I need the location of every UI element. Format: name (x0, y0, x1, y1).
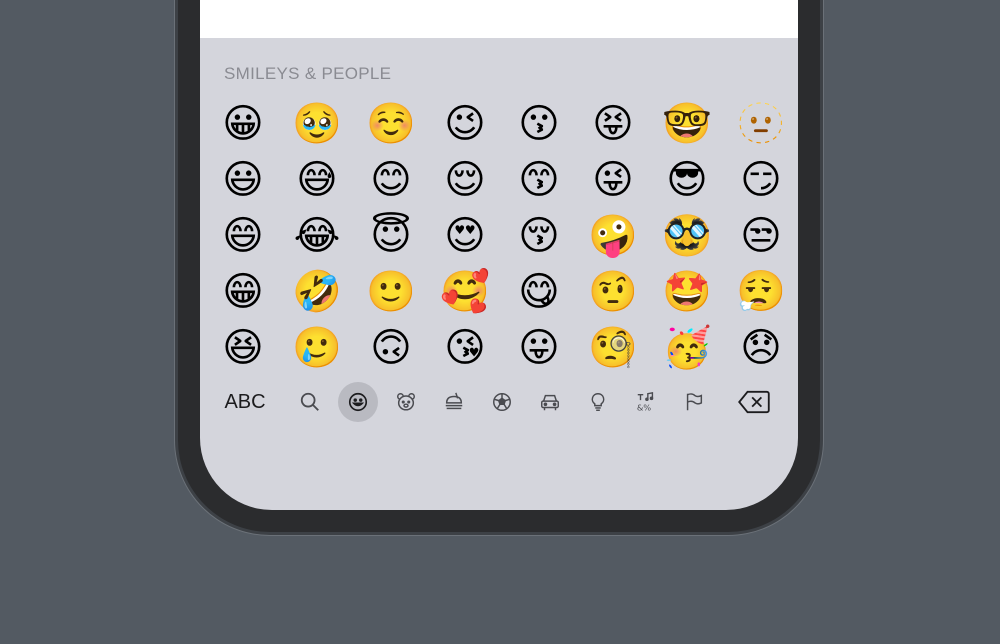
text-input-area[interactable] (200, 0, 798, 38)
animal-icon[interactable] (386, 382, 426, 422)
emoji-key[interactable]: 🤣 (280, 264, 354, 320)
backspace-button[interactable] (734, 382, 774, 422)
emoji-key[interactable]: 🤨 (576, 264, 650, 320)
phone-screen: SMILEYS & PEOPLE 😀 🥹 ☺️ 😉 😗 😝 🤓 🫥 😃 😅 😊 😌 😙 😜 😎 😏 😄 😂 😇 😍 😚 🤪… (200, 0, 798, 510)
search-icon[interactable] (290, 382, 330, 422)
emoji-key[interactable]: 🧐 (576, 320, 650, 376)
emoji-key[interactable]: 😊 (354, 152, 428, 208)
emoji-key[interactable]: 🤪 (576, 208, 650, 264)
emoji-key[interactable]: 😮‍💨 (724, 264, 798, 320)
objects-icon[interactable] (578, 382, 618, 422)
emoji-key[interactable]: 😃 (206, 152, 280, 208)
emoji-key[interactable]: 😒 (724, 208, 798, 264)
smiley-icon[interactable] (338, 382, 378, 422)
emoji-key[interactable]: 😛 (502, 320, 576, 376)
emoji-key[interactable]: 🥸 (650, 208, 724, 264)
emoji-key[interactable]: 😚 (502, 208, 576, 264)
emoji-key[interactable]: 😝 (576, 96, 650, 152)
emoji-key[interactable]: 😞 (724, 320, 798, 376)
svg-text:&%: &% (637, 402, 651, 412)
emoji-key[interactable]: 😜 (576, 152, 650, 208)
emoji-key[interactable]: 😗 (502, 96, 576, 152)
emoji-key[interactable]: 🤩 (650, 264, 724, 320)
emoji-section-title: SMILEYS & PEOPLE (224, 64, 392, 83)
emoji-key[interactable]: 😄 (206, 208, 280, 264)
emoji-key[interactable]: 🤓 (650, 96, 724, 152)
emoji-key[interactable]: ☺️ (354, 96, 428, 152)
emoji-key[interactable]: 😘 (428, 320, 502, 376)
emoji-key[interactable]: 😁 (206, 264, 280, 320)
emoji-key[interactable]: 😂 (280, 208, 354, 264)
emoji-key[interactable]: 🥲 (280, 320, 354, 376)
emoji-key[interactable]: 🥳 (650, 320, 724, 376)
emoji-key[interactable]: 🙃 (354, 320, 428, 376)
emoji-key[interactable]: 😇 (354, 208, 428, 264)
travel-icon[interactable] (530, 382, 570, 422)
emoji-key[interactable]: 🥹 (280, 96, 354, 152)
emoji-key[interactable]: 🙂 (354, 264, 428, 320)
abc-keyboard-button[interactable]: ABC (222, 382, 268, 422)
emoji-key[interactable]: 😙 (502, 152, 576, 208)
emoji-key[interactable]: 🫥 (724, 96, 798, 152)
emoji-key[interactable]: 😅 (280, 152, 354, 208)
emoji-keyboard-toolbar: ABC &% (200, 378, 798, 426)
food-icon[interactable] (434, 382, 474, 422)
flags-icon[interactable] (674, 382, 714, 422)
emoji-key[interactable]: 😍 (428, 208, 502, 264)
emoji-key[interactable]: 😌 (428, 152, 502, 208)
emoji-key[interactable]: 🥰 (428, 264, 502, 320)
activity-icon[interactable] (482, 382, 522, 422)
emoji-grid: 😀 🥹 ☺️ 😉 😗 😝 🤓 🫥 😃 😅 😊 😌 😙 😜 😎 😏 😄 😂 😇 😍 😚 🤪 🥸 😒 😁 🤣 🙂 🥰 😋 🤨 🤩 😮‍💨 😆 🥲 🙃 😘 😛… (206, 96, 798, 376)
symbols-icon[interactable]: &% (626, 382, 666, 422)
emoji-key[interactable]: 😋 (502, 264, 576, 320)
emoji-key[interactable]: 😎 (650, 152, 724, 208)
emoji-key[interactable]: 😀 (206, 96, 280, 152)
phone-frame: SMILEYS & PEOPLE 😀 🥹 ☺️ 😉 😗 😝 🤓 🫥 😃 😅 😊 😌 😙 😜 😎 😏 😄 😂 😇 😍 😚 🤪… (178, 0, 820, 532)
emoji-key[interactable]: 😏 (724, 152, 798, 208)
emoji-key[interactable]: 😉 (428, 96, 502, 152)
emoji-key[interactable]: 😆 (206, 320, 280, 376)
